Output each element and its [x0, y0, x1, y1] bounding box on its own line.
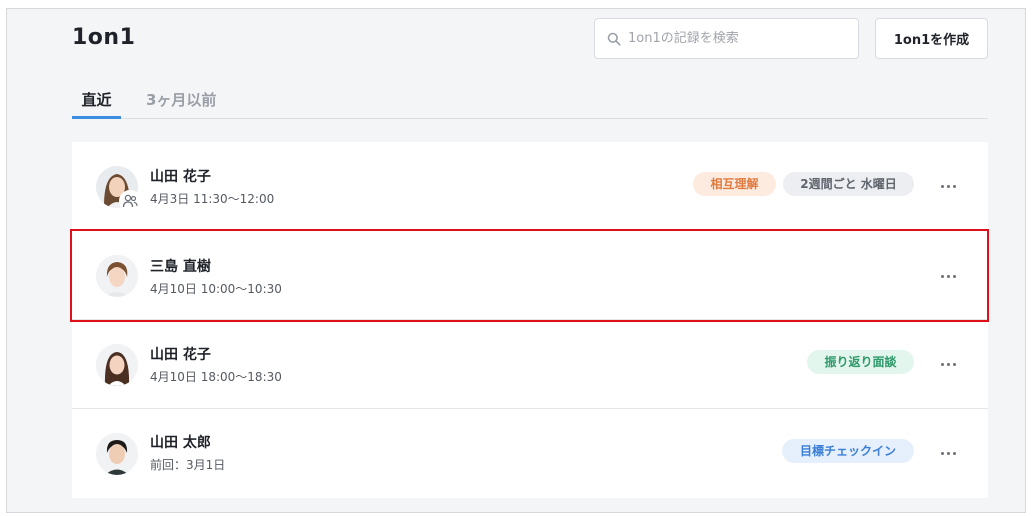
create-1on1-button[interactable]: 1on1を作成 — [875, 18, 988, 59]
meeting-time: 4月3日 11:30〜12:00 — [150, 192, 275, 206]
avatar — [96, 255, 138, 297]
more-options-icon[interactable] — [938, 266, 958, 286]
more-options-icon[interactable] — [938, 176, 958, 196]
meeting-list: 山田 花子 4月3日 11:30〜12:00 相互理解 2週間ごと 水曜日 三島… — [72, 142, 988, 498]
tab-bar: 直近 3ヶ月以前 — [72, 83, 988, 119]
app-window: 1on1 1on1を作成 直近 3ヶ月以前 山田 花子 — [6, 8, 1026, 513]
more-options-icon[interactable] — [938, 354, 958, 374]
avatar — [96, 433, 138, 475]
participant-name: 山田 太郎 — [150, 435, 211, 451]
tag-badge: 相互理解 — [693, 172, 776, 196]
participant-name: 山田 花子 — [150, 347, 211, 363]
participant-name: 山田 花子 — [150, 169, 211, 185]
tab-recent[interactable]: 直近 — [72, 83, 121, 119]
more-options-icon[interactable] — [938, 443, 958, 463]
tag-badge: 目標チェックイン — [782, 439, 914, 463]
meeting-time: 4月10日 18:00〜18:30 — [150, 370, 282, 384]
tab-older-than-3-months[interactable]: 3ヶ月以前 — [146, 83, 216, 119]
meeting-row[interactable]: 山田 太郎 前回：3月1日 目標チェックイン — [72, 409, 988, 498]
participant-name: 三島 直樹 — [150, 259, 211, 275]
avatar — [96, 344, 138, 386]
meeting-row[interactable]: 山田 花子 4月10日 18:00〜18:30 振り返り面談 — [72, 320, 988, 409]
schedule-badge: 2週間ごと 水曜日 — [783, 172, 914, 196]
meeting-time: 4月10日 10:00〜10:30 — [150, 282, 282, 296]
meeting-row[interactable]: 三島 直樹 4月10日 10:00〜10:30 — [72, 231, 988, 320]
tag-badge: 振り返り面談 — [807, 350, 914, 374]
meeting-time: 前回：3月1日 — [150, 458, 226, 472]
page-title: 1on1 — [72, 25, 136, 50]
group-icon — [119, 190, 141, 212]
meeting-row[interactable]: 山田 花子 4月3日 11:30〜12:00 相互理解 2週間ごと 水曜日 — [72, 142, 988, 231]
search-icon — [607, 32, 621, 46]
search-box[interactable] — [594, 18, 859, 59]
search-input[interactable] — [628, 31, 848, 46]
